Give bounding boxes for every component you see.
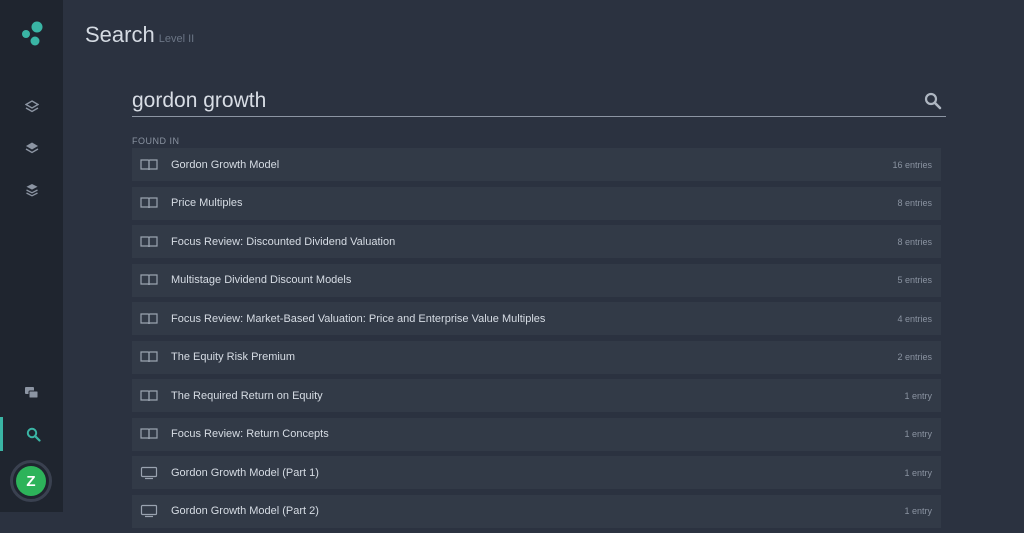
result-row[interactable]: Price Multiples 8 entries <box>132 186 941 220</box>
result-count: 1 entry <box>904 506 932 516</box>
layers-filled-icon <box>25 142 38 154</box>
result-title: Multistage Dividend Discount Models <box>171 274 352 286</box>
page-header: Search Level II <box>85 22 194 48</box>
result-count: 16 entries <box>892 159 932 170</box>
video-icon <box>140 504 158 518</box>
sidebar-item-layers[interactable] <box>0 90 63 124</box>
search-icon <box>26 427 41 442</box>
sidebar-item-chat[interactable] <box>0 376 63 410</box>
sidebar-item-search[interactable] <box>0 417 63 451</box>
result-row[interactable]: Focus Review: Return Concepts 1 entry <box>132 417 941 451</box>
result-row[interactable]: Focus Review: Discounted Dividend Valuat… <box>132 225 941 258</box>
avatar[interactable]: Z <box>16 466 46 496</box>
result-count: 1 entry <box>904 429 932 439</box>
result-count: 8 entries <box>897 236 932 247</box>
result-row[interactable]: The Equity Risk Premium 2 entries <box>132 340 941 374</box>
result-count: 1 entry <box>904 467 932 478</box>
book-icon <box>140 389 158 403</box>
result-count: 2 entries <box>897 352 932 362</box>
result-title: Focus Review: Return Concepts <box>171 428 329 440</box>
result-count: 1 entry <box>904 390 932 401</box>
result-row[interactable]: The Required Return on Equity 1 entry <box>132 379 941 412</box>
result-title: Price Multiples <box>171 197 243 209</box>
result-count: 5 entries <box>897 275 932 285</box>
sidebar-item-stack[interactable] <box>0 173 63 207</box>
book-icon <box>140 196 158 210</box>
result-count: 8 entries <box>897 198 932 208</box>
results-list: Gordon Growth Model 16 entries Price Multi… <box>132 148 941 533</box>
book-icon <box>140 350 158 364</box>
result-row[interactable]: Focus Review: Market-Based Valuation: Pr… <box>132 302 941 335</box>
result-title: Focus Review: Discounted Dividend Valuat… <box>171 235 396 248</box>
book-icon <box>140 235 158 249</box>
result-row[interactable]: Gordon Growth Model (Part 1) 1 entry <box>132 456 941 489</box>
search-bar <box>132 86 946 117</box>
result-row[interactable]: Multistage Dividend Discount Models 5 ent… <box>132 263 941 297</box>
chat-icon <box>25 387 39 399</box>
video-icon <box>140 466 158 480</box>
result-title: Gordon Growth Model <box>171 158 280 171</box>
stack-icon <box>25 184 38 197</box>
page-title: Search <box>85 22 155 47</box>
result-title: Gordon Growth Model (Part 1) <box>171 466 319 479</box>
search-submit-icon[interactable] <box>924 92 942 110</box>
result-title: The Required Return on Equity <box>171 389 323 402</box>
result-row[interactable]: Gordon Growth Model (Part 2) 1 entry <box>132 494 941 528</box>
sidebar-item-layers-filled[interactable] <box>0 131 63 165</box>
app-logo[interactable] <box>18 20 46 48</box>
result-title: The Equity Risk Premium <box>171 351 296 363</box>
avatar-ring[interactable]: Z <box>10 460 52 502</box>
result-count: 4 entries <box>897 313 932 324</box>
book-icon <box>140 427 158 441</box>
book-icon <box>140 273 158 287</box>
sidebar: Z <box>0 0 63 512</box>
book-icon <box>140 158 158 172</box>
book-icon <box>140 312 158 326</box>
layers-icon <box>24 100 39 113</box>
found-in-label: FOUND IN <box>132 136 180 146</box>
result-title: Gordon Growth Model (Part 2) <box>171 505 319 517</box>
search-input[interactable] <box>132 86 912 116</box>
result-row[interactable]: Gordon Growth Model 16 entries <box>132 148 941 181</box>
page-subtitle: Level II <box>158 33 195 45</box>
result-title: Focus Review: Market-Based Valuation: Pr… <box>171 312 546 325</box>
